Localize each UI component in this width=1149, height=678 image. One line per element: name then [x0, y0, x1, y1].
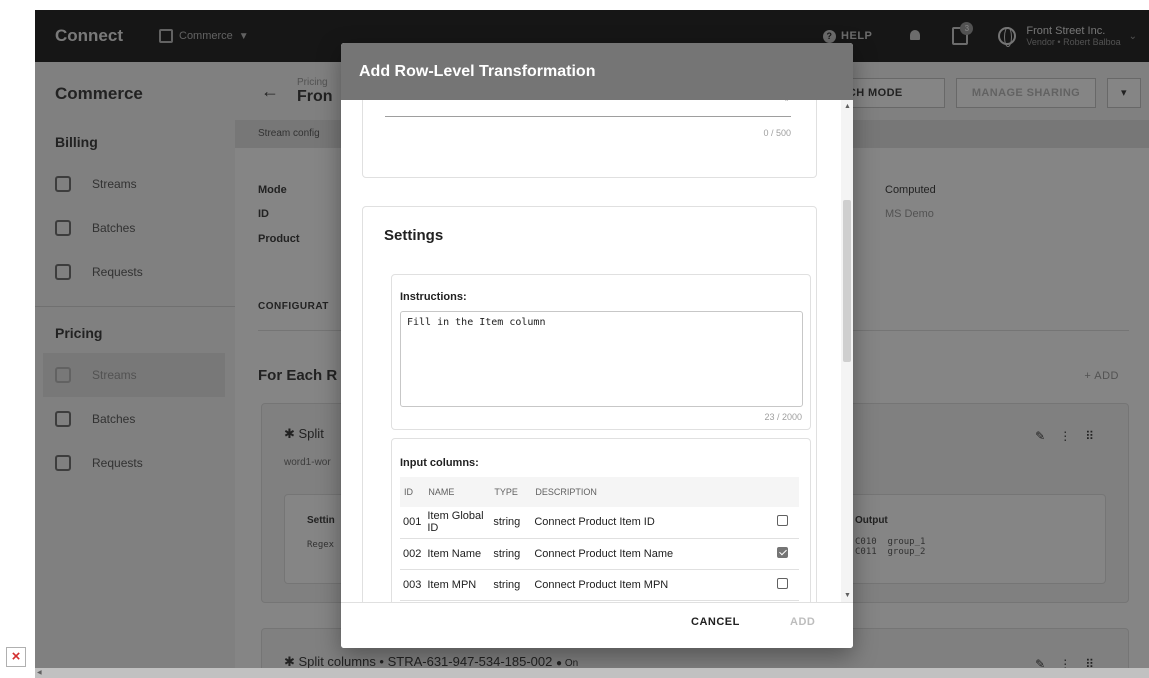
settings-card: Settings Instructions: Fill in the Item …: [362, 206, 817, 602]
scroll-left-icon[interactable]: ◀: [37, 669, 42, 676]
header-type: TYPE: [490, 477, 532, 507]
cell-description: Connect Product Item ID: [531, 507, 765, 539]
header-select: [765, 477, 799, 507]
row-checkbox[interactable]: [776, 577, 788, 589]
dialog-scrollbar[interactable]: ▲ ▼: [841, 100, 853, 602]
broken-image-icon: ×: [6, 647, 26, 667]
header-name: NAME: [424, 477, 491, 507]
cell-id: 003: [400, 569, 425, 601]
header-description: DESCRIPTION: [531, 477, 765, 507]
input-columns-table: ID NAME TYPE DESCRIPTION 001 Item Global…: [400, 477, 799, 601]
cell-description: Connect Product Item MPN: [531, 569, 765, 601]
cancel-button[interactable]: CANCEL: [691, 616, 740, 628]
table-header-row: ID NAME TYPE DESCRIPTION: [400, 477, 799, 507]
scrollbar-thumb[interactable]: [843, 200, 851, 362]
cell-type: string: [490, 538, 532, 570]
instructions-label: Instructions:: [400, 291, 467, 303]
scroll-up-icon[interactable]: ▲: [844, 103, 851, 110]
settings-title: Settings: [384, 227, 444, 244]
add-button[interactable]: ADD: [790, 616, 815, 628]
input-columns-label: Input columns:: [400, 457, 479, 469]
cell-name: Item MPN: [424, 569, 491, 601]
cell-description: Connect Product Item Name: [531, 538, 765, 570]
row-checkbox[interactable]: [776, 515, 788, 527]
table-row: 001 Item Global ID string Connect Produc…: [400, 507, 799, 539]
description-counter: 0 / 500: [763, 128, 791, 138]
horizontal-scrollbar[interactable]: ◀: [35, 668, 1149, 678]
cell-type: string: [490, 507, 532, 539]
header-id: ID: [400, 477, 425, 507]
dialog-footer: CANCEL ADD: [341, 602, 853, 648]
description-field[interactable]: [385, 116, 791, 117]
app-page: Connect Commerce ▼ ? HELP 3 Front Street…: [35, 10, 1149, 678]
dialog-title: Add Row-Level Transformation: [341, 43, 853, 100]
cell-id: 001: [400, 507, 425, 539]
instructions-counter: 23 / 2000: [764, 412, 802, 422]
cell-type: string: [490, 569, 532, 601]
dialog-body: ⁄⁄ 0 / 500 Settings Instructions: Fill i…: [341, 100, 853, 602]
add-transformation-dialog: Add Row-Level Transformation ⁄⁄ 0 / 500 …: [341, 43, 853, 648]
cell-id: 002: [400, 538, 425, 570]
resize-handle-icon[interactable]: ⁄⁄: [787, 100, 790, 103]
instructions-input[interactable]: Fill in the Item column: [400, 311, 803, 407]
cell-name: Item Name: [424, 538, 491, 570]
table-row: 003 Item MPN string Connect Product Item…: [400, 569, 799, 601]
input-columns-card: Input columns: ID NAME TYPE DESCRIPTION: [391, 438, 811, 602]
row-checkbox[interactable]: [776, 546, 788, 558]
scroll-down-icon[interactable]: ▼: [844, 592, 851, 599]
cell-name: Item Global ID: [424, 507, 491, 539]
instructions-card: Instructions: Fill in the Item column 23…: [391, 274, 811, 430]
description-card: ⁄⁄ 0 / 500: [362, 100, 817, 178]
table-row: 002 Item Name string Connect Product Ite…: [400, 538, 799, 570]
